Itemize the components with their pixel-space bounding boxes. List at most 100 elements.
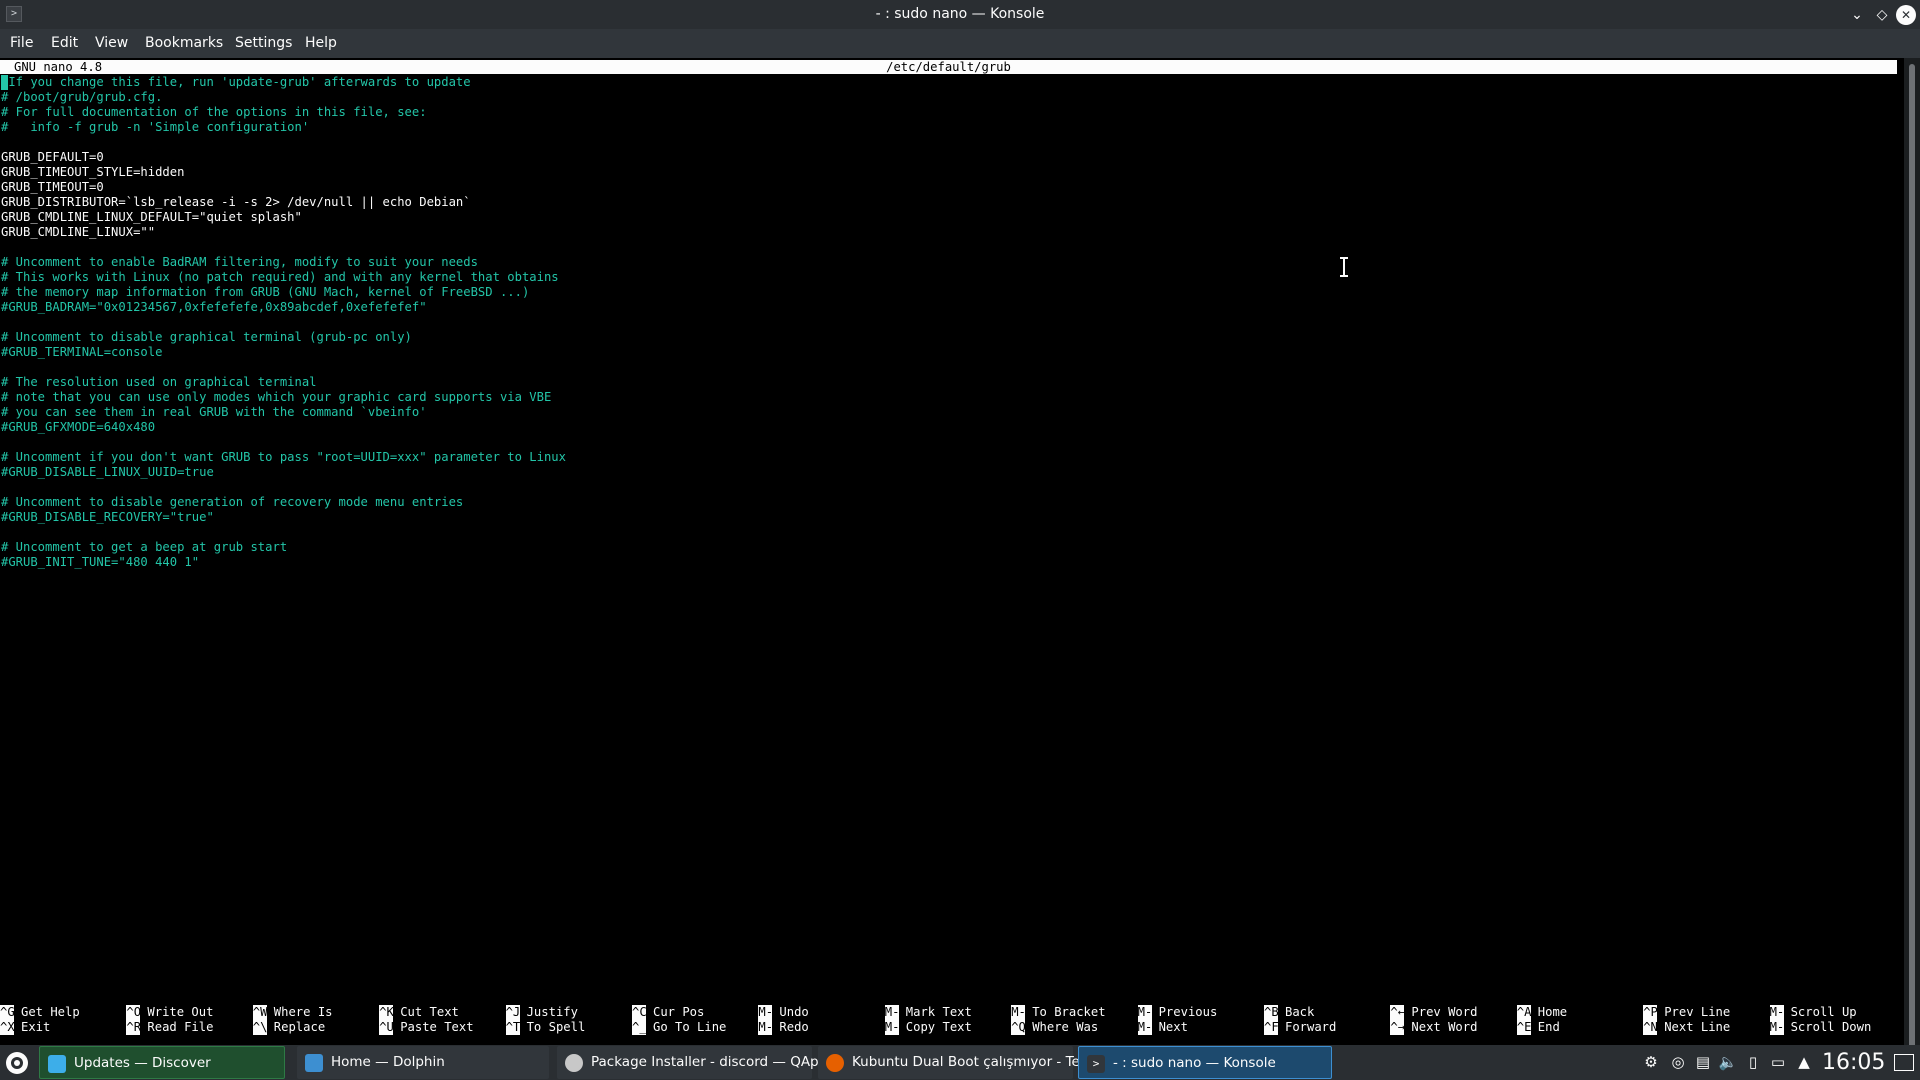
nano-shortcut: ^F Forward xyxy=(1264,1020,1336,1035)
task-dolphin[interactable]: Home — Dolphin xyxy=(297,1046,549,1079)
network-settings-icon[interactable]: ⚙ xyxy=(1641,1045,1661,1080)
shortcut-key: M-▼ xyxy=(1769,1020,1784,1035)
nano-version: GNU nano 4.8 xyxy=(14,60,103,74)
text-cursor xyxy=(1,75,8,90)
editor-line: #GRUB_DISABLE_LINUX_UUID=true xyxy=(1,465,214,479)
nano-shortcut: ^_ Go To Line xyxy=(632,1020,726,1035)
editor-line: If you change this file, run 'update-gru… xyxy=(1,75,471,89)
menu-file[interactable]: File xyxy=(8,29,35,58)
nano-shortcut-bar: ^G Get Help ^X Exit ^O Write Out ^R Read File ^W… xyxy=(0,1005,1900,1035)
editor-line: GRUB_DISTRIBUTOR=`lsb_release -i -s 2> /… xyxy=(1,195,471,209)
shortcut-label: To Bracket xyxy=(1032,1005,1106,1019)
nano-shortcut: M-] To Bracket xyxy=(1011,1005,1106,1020)
editor-line: GRUB_CMDLINE_LINUX="" xyxy=(1,225,156,239)
window-title: - : sudo nano — Konsole xyxy=(875,6,1045,22)
close-icon[interactable]: ✕ xyxy=(1896,5,1916,25)
task-label: Kubuntu Dual Boot çalışmıyor - Te... xyxy=(852,1054,1093,1070)
menu-bar: File Edit View Bookmarks Settings Help xyxy=(0,29,1920,58)
nano-shortcut: M-U Undo xyxy=(758,1005,809,1020)
shortcut-key: ^W xyxy=(252,1005,267,1020)
shortcut-key: M-A xyxy=(884,1005,899,1020)
nano-shortcut: ^X Exit xyxy=(0,1020,50,1035)
menu-help[interactable]: Help xyxy=(303,29,339,58)
shortcut-key: ^C xyxy=(632,1005,646,1020)
shortcut-label: Next Line xyxy=(1664,1020,1731,1034)
editor-line: # the memory map information from GRUB (… xyxy=(1,285,530,299)
shortcut-key: ^U xyxy=(379,1020,394,1035)
shortcut-label: Cut Text xyxy=(400,1005,459,1019)
task-discover[interactable]: Updates — Discover xyxy=(39,1046,285,1079)
package-icon xyxy=(565,1054,583,1072)
shortcut-label: Write Out xyxy=(147,1005,214,1019)
show-desktop-icon[interactable] xyxy=(1894,1054,1914,1071)
shortcut-key: M-E xyxy=(758,1020,773,1035)
nano-shortcut: ^T To Spell xyxy=(505,1020,585,1035)
minimize-icon[interactable]: ⌄ xyxy=(1847,5,1867,25)
shortcut-label: Previous xyxy=(1158,1005,1218,1019)
shortcut-label: Where Is xyxy=(273,1005,333,1019)
nano-shortcut: ^C Cur Pos xyxy=(632,1005,704,1020)
expand-tray-arrow-icon[interactable]: ▲ xyxy=(1795,1045,1813,1080)
kde-launcher-icon[interactable] xyxy=(4,1050,30,1076)
shortcut-label: Read File xyxy=(147,1020,214,1034)
task-qapt[interactable]: Package Installer - discord — QApt... xyxy=(557,1046,837,1079)
editor-line: GRUB_TIMEOUT_STYLE=hidden xyxy=(1,165,185,179)
dolphin-folder-icon xyxy=(305,1054,323,1072)
menu-view[interactable]: View xyxy=(93,29,130,58)
editor-line: #GRUB_BADRAM="0x01234567,0xfefefefe,0x89… xyxy=(1,300,427,314)
clipboard-icon[interactable]: ▤ xyxy=(1694,1045,1712,1080)
terminal-view[interactable]: /etc/default/grub GNU nano 4.8 If you ch… xyxy=(0,58,1904,1058)
shortcut-label: Scroll Down xyxy=(1790,1020,1872,1034)
nano-shortcut: ^U Paste Text xyxy=(379,1020,474,1035)
scrollbar-thumb[interactable] xyxy=(1909,64,1915,1049)
shortcut-key: ^B xyxy=(1264,1005,1278,1020)
editor-line: GRUB_CMDLINE_LINUX_DEFAULT="quiet splash… xyxy=(1,210,302,224)
nano-shortcut: M-6 Copy Text xyxy=(884,1020,972,1035)
editor-line: #GRUB_INIT_TUNE="480 440 1" xyxy=(1,555,200,569)
volume-icon[interactable]: 🔈 xyxy=(1718,1045,1738,1080)
shortcut-key: ^R xyxy=(126,1020,141,1035)
shortcut-label: Mark Text xyxy=(905,1005,972,1019)
nano-shortcut: ^A Home xyxy=(1516,1005,1567,1020)
menu-settings[interactable]: Settings xyxy=(233,29,294,58)
display-icon[interactable]: ▭ xyxy=(1768,1045,1788,1080)
shortcut-label: Paste Text xyxy=(400,1020,474,1034)
editor-line: # The resolution used on graphical termi… xyxy=(1,375,317,389)
shortcut-key: ^A xyxy=(1516,1005,1531,1020)
clock[interactable]: 16:05 xyxy=(1822,1045,1885,1080)
editor-text-area[interactable]: If you change this file, run 'update-gru… xyxy=(1,75,1891,570)
nano-shortcut: ^B Back xyxy=(1264,1005,1314,1020)
maximize-icon[interactable]: ◇ xyxy=(1872,5,1892,25)
terminal-scrollbar[interactable] xyxy=(1904,58,1920,1058)
editor-line: # Uncomment to enable BadRAM filtering, … xyxy=(1,255,478,269)
menu-bookmarks[interactable]: Bookmarks xyxy=(143,29,225,58)
shortcut-label: Prev Word xyxy=(1411,1005,1478,1019)
shortcut-key: ^J xyxy=(505,1005,520,1020)
task-firefox[interactable]: Kubuntu Dual Boot çalışmıyor - Te... xyxy=(818,1046,1093,1079)
nano-shortcut: M-W Next xyxy=(1137,1020,1188,1035)
editor-line: # For full documentation of the options … xyxy=(1,105,427,119)
shortcut-key: M-▲ xyxy=(1769,1005,1784,1020)
shortcut-key: ^T xyxy=(505,1020,520,1035)
shortcut-label: Copy Text xyxy=(905,1020,972,1034)
shortcut-key: ^X xyxy=(0,1020,14,1035)
update-notifier-icon[interactable]: ◎ xyxy=(1668,1045,1688,1080)
window-titlebar[interactable]: > - : sudo nano — Konsole ⌄ ◇ ✕ xyxy=(0,0,1920,29)
shortcut-label: Go To Line xyxy=(653,1020,727,1034)
editor-line: #GRUB_GFXMODE=640x480 xyxy=(1,420,156,434)
editor-line: # info -f grub -n 'Simple configuration' xyxy=(1,120,310,134)
menu-edit[interactable]: Edit xyxy=(49,29,80,58)
shortcut-key: M-6 xyxy=(884,1020,899,1035)
task-konsole[interactable]: > - : sudo nano — Konsole xyxy=(1078,1046,1332,1079)
shortcut-label: Next xyxy=(1158,1020,1188,1034)
nano-shortcut: ^G Get Help xyxy=(0,1005,80,1020)
editor-line: #GRUB_DISABLE_RECOVERY="true" xyxy=(1,510,214,524)
editor-line: # Uncomment to get a beep at grub start xyxy=(1,540,288,554)
battery-icon[interactable]: ▯ xyxy=(1745,1045,1761,1080)
